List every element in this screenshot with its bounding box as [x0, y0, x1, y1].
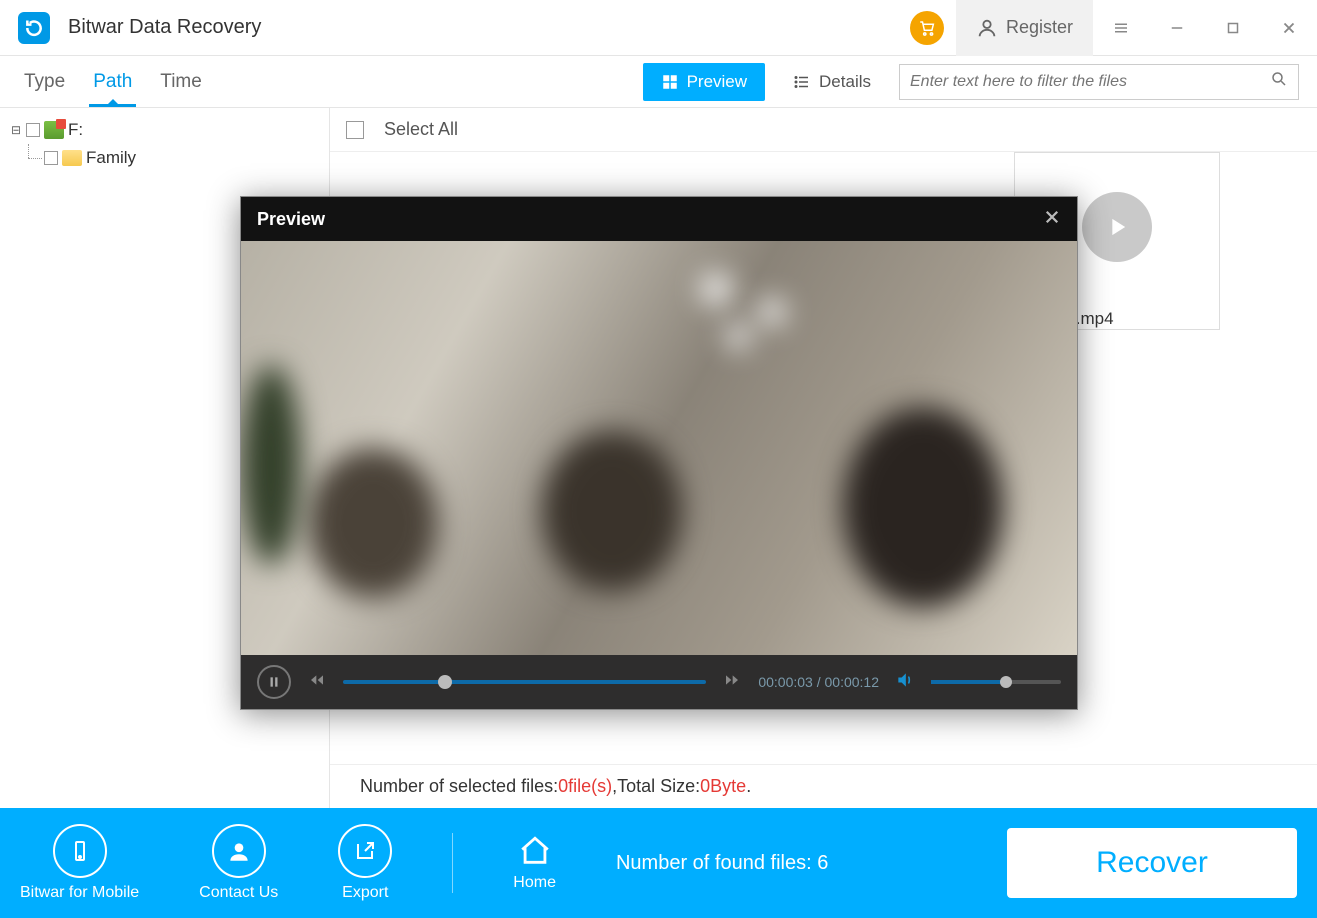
tabset: Type Path Time	[0, 56, 226, 107]
found-files-text: Number of found files: 6	[616, 852, 828, 875]
rewind-icon	[307, 672, 327, 688]
status-file-count: 0file(s)	[558, 776, 612, 797]
footer-mobile-label: Bitwar for Mobile	[20, 884, 139, 902]
footer-contact-label: Contact Us	[199, 884, 278, 902]
tree-drive-label: F:	[68, 120, 83, 140]
phone-icon	[68, 839, 92, 863]
pause-button[interactable]	[257, 665, 291, 699]
view-preview-button[interactable]: Preview	[643, 63, 765, 101]
tree-child[interactable]: Family	[10, 144, 319, 172]
status-suffix: .	[746, 776, 751, 797]
seek-knob[interactable]	[438, 675, 452, 689]
close-button[interactable]	[1261, 0, 1317, 56]
view-preview-label: Preview	[687, 72, 747, 92]
user-icon	[976, 17, 998, 39]
tab-type[interactable]: Type	[24, 56, 65, 107]
filter-box[interactable]	[899, 64, 1299, 100]
select-all-checkbox[interactable]	[346, 121, 364, 139]
drive-icon	[44, 121, 64, 139]
filter-input[interactable]	[910, 73, 1270, 91]
view-details-label: Details	[819, 72, 871, 92]
list-icon	[793, 73, 811, 91]
grid-icon	[661, 73, 679, 91]
footer-contact-button[interactable]: Contact Us	[199, 824, 278, 902]
volume-button[interactable]	[895, 670, 915, 695]
menu-button[interactable]	[1093, 0, 1149, 56]
pause-icon	[267, 675, 281, 689]
forward-button[interactable]	[722, 672, 742, 693]
register-label: Register	[1006, 17, 1073, 38]
tree-checkbox[interactable]	[26, 123, 40, 137]
close-icon	[1043, 208, 1061, 226]
footer-export-label: Export	[342, 884, 388, 902]
search-icon[interactable]	[1270, 70, 1288, 93]
status-prefix: Number of selected files:	[360, 776, 558, 797]
tab-time[interactable]: Time	[160, 56, 202, 107]
select-all-row: Select All	[330, 108, 1317, 152]
recover-button[interactable]: Recover	[1007, 828, 1297, 898]
select-all-label: Select All	[384, 119, 458, 140]
found-label: Number of found files:	[616, 852, 817, 874]
app-logo	[18, 12, 50, 44]
time-current: 00:00:03	[758, 674, 813, 690]
footer-mobile-button[interactable]: Bitwar for Mobile	[20, 824, 139, 902]
preview-controls: 00:00:03 / 00:00:12	[241, 655, 1077, 709]
preview-video-frame[interactable]	[241, 241, 1077, 655]
tree-root[interactable]: ⊟ F:	[10, 116, 319, 144]
view-details-button[interactable]: Details	[775, 63, 889, 101]
preview-modal: Preview 00:00:03 / 00:00:12	[240, 196, 1078, 710]
titlebar: Bitwar Data Recovery Register	[0, 0, 1317, 56]
volume-bar[interactable]	[931, 680, 1061, 684]
register-button[interactable]: Register	[956, 0, 1093, 56]
seek-bar[interactable]	[343, 680, 706, 684]
preview-close-button[interactable]	[1043, 206, 1061, 232]
cart-icon	[918, 19, 936, 37]
tree-folder-label: Family	[86, 148, 136, 168]
folder-icon	[62, 150, 82, 166]
status-size-label: ,Total Size:	[612, 776, 700, 797]
found-count: 6	[817, 852, 828, 874]
volume-icon	[895, 670, 915, 690]
tab-path[interactable]: Path	[93, 56, 132, 107]
volume-knob[interactable]	[1000, 676, 1012, 688]
export-icon	[353, 839, 377, 863]
time-sep: /	[813, 674, 825, 690]
home-icon	[518, 834, 552, 868]
shop-button[interactable]	[910, 11, 944, 45]
rewind-button[interactable]	[307, 672, 327, 693]
tree-checkbox[interactable]	[44, 151, 58, 165]
footer-divider	[452, 833, 453, 893]
window-controls	[1093, 0, 1317, 56]
preview-title: Preview	[257, 209, 325, 230]
maximize-button[interactable]	[1205, 0, 1261, 56]
footer-export-button[interactable]: Export	[338, 824, 392, 902]
footer-home-button[interactable]: Home	[513, 834, 556, 892]
status-size: 0Byte	[700, 776, 746, 797]
status-row: Number of selected files: 0file(s) ,Tota…	[330, 764, 1317, 808]
preview-header: Preview	[241, 197, 1077, 241]
collapse-icon[interactable]: ⊟	[10, 123, 22, 137]
footer-home-label: Home	[513, 874, 556, 892]
play-icon	[1082, 192, 1152, 262]
time-display: 00:00:03 / 00:00:12	[758, 674, 879, 690]
minimize-button[interactable]	[1149, 0, 1205, 56]
toolbar: Type Path Time Preview Details	[0, 56, 1317, 108]
forward-icon	[722, 672, 742, 688]
contact-icon	[226, 838, 252, 864]
app-title: Bitwar Data Recovery	[68, 16, 261, 39]
footer: Bitwar for Mobile Contact Us Export Home…	[0, 808, 1317, 918]
time-total: 00:00:12	[825, 674, 880, 690]
